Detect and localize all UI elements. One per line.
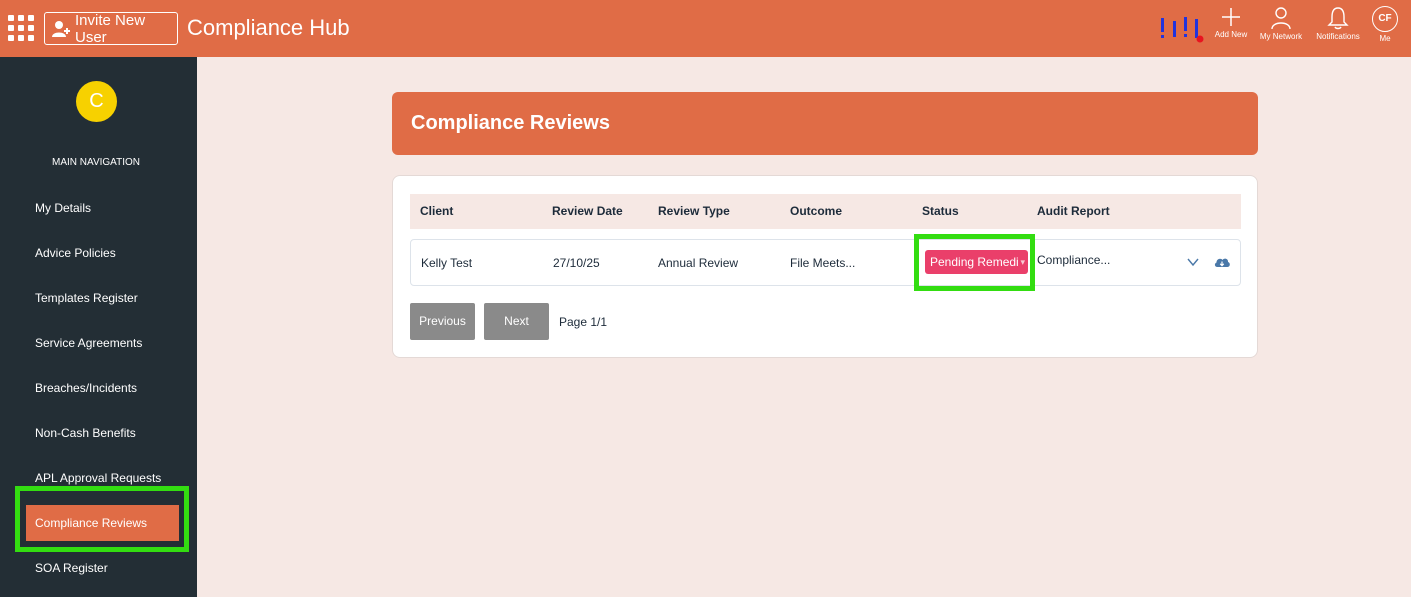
cell-client: Kelly Test bbox=[421, 256, 473, 270]
sidebar-avatar[interactable]: C bbox=[76, 81, 117, 122]
next-page-button[interactable]: Next bbox=[484, 303, 549, 340]
cell-outcome: File Meets... bbox=[790, 256, 856, 270]
sidebar-item-service-agreements[interactable]: Service Agreements bbox=[26, 325, 179, 361]
column-header-review-type: Review Type bbox=[658, 204, 730, 218]
cell-review-type: Annual Review bbox=[658, 256, 739, 270]
status-value: Pending Remedi bbox=[930, 255, 1019, 269]
status-caret-icon: ▾ bbox=[1020, 257, 1025, 267]
top-bar: Invite New User Compliance Hub Add New M… bbox=[0, 0, 1411, 57]
previous-page-button[interactable]: Previous bbox=[410, 303, 475, 340]
column-header-review-date: Review Date bbox=[552, 204, 623, 218]
cell-review-date: 27/10/25 bbox=[553, 256, 600, 270]
sidebar-item-advice-policies[interactable]: Advice Policies bbox=[26, 235, 179, 271]
add-new-button[interactable]: Add New bbox=[1203, 6, 1259, 39]
column-header-outcome: Outcome bbox=[790, 204, 843, 218]
sidebar-item-compliance-reviews[interactable]: Compliance Reviews bbox=[26, 505, 179, 541]
my-network-button[interactable]: My Network bbox=[1253, 6, 1309, 41]
sidebar-item-apl-approval-requests[interactable]: APL Approval Requests bbox=[26, 460, 179, 496]
main-navigation-heading: MAIN NAVIGATION bbox=[52, 157, 140, 168]
sidebar-item-soa-register[interactable]: SOA Register bbox=[26, 550, 179, 586]
me-label: Me bbox=[1379, 34, 1391, 43]
sidebar-item-templates-register[interactable]: Templates Register bbox=[26, 280, 179, 316]
column-header-status: Status bbox=[922, 204, 959, 218]
brand-logo bbox=[1158, 14, 1206, 44]
sidebar: C MAIN NAVIGATION My Details Advice Poli… bbox=[0, 57, 197, 597]
cell-audit-report[interactable]: Compliance... bbox=[1037, 253, 1110, 267]
table-header: Client Review Date Review Type Outcome S… bbox=[410, 194, 1241, 229]
chevron-down-icon[interactable] bbox=[1186, 255, 1200, 274]
page-header: Compliance Reviews bbox=[392, 92, 1258, 155]
me-menu-button[interactable]: CF Me bbox=[1357, 6, 1411, 43]
sidebar-item-my-details[interactable]: My Details bbox=[26, 190, 179, 226]
user-avatar: CF bbox=[1372, 6, 1398, 32]
status-dropdown[interactable]: Pending Remedi ▾ bbox=[925, 250, 1028, 274]
reviews-table-card: Client Review Date Review Type Outcome S… bbox=[392, 175, 1258, 358]
table-row[interactable]: Kelly Test 27/10/25 Annual Review File M… bbox=[410, 239, 1241, 286]
add-new-label: Add New bbox=[1214, 30, 1248, 39]
invite-new-user-label: Invite New User bbox=[75, 11, 146, 46]
page-title: Compliance Reviews bbox=[411, 112, 610, 134]
sidebar-item-breaches-incidents[interactable]: Breaches/Incidents bbox=[26, 370, 179, 406]
column-header-client: Client bbox=[420, 204, 454, 218]
plus-icon bbox=[1222, 8, 1240, 26]
add-user-icon bbox=[51, 19, 71, 39]
page-indicator: Page 1/1 bbox=[559, 315, 608, 329]
sidebar-item-non-cash-benefits[interactable]: Non-Cash Benefits bbox=[26, 415, 179, 451]
my-network-label: My Network bbox=[1259, 32, 1303, 41]
bell-icon bbox=[1327, 7, 1349, 30]
column-header-audit-report: Audit Report bbox=[1037, 204, 1110, 218]
app-title: Compliance Hub bbox=[187, 15, 350, 40]
person-icon bbox=[1271, 7, 1291, 30]
cloud-download-icon[interactable] bbox=[1213, 254, 1231, 275]
invite-new-user-button[interactable]: Invite New User bbox=[44, 11, 178, 46]
apps-grid-icon[interactable] bbox=[8, 15, 34, 41]
